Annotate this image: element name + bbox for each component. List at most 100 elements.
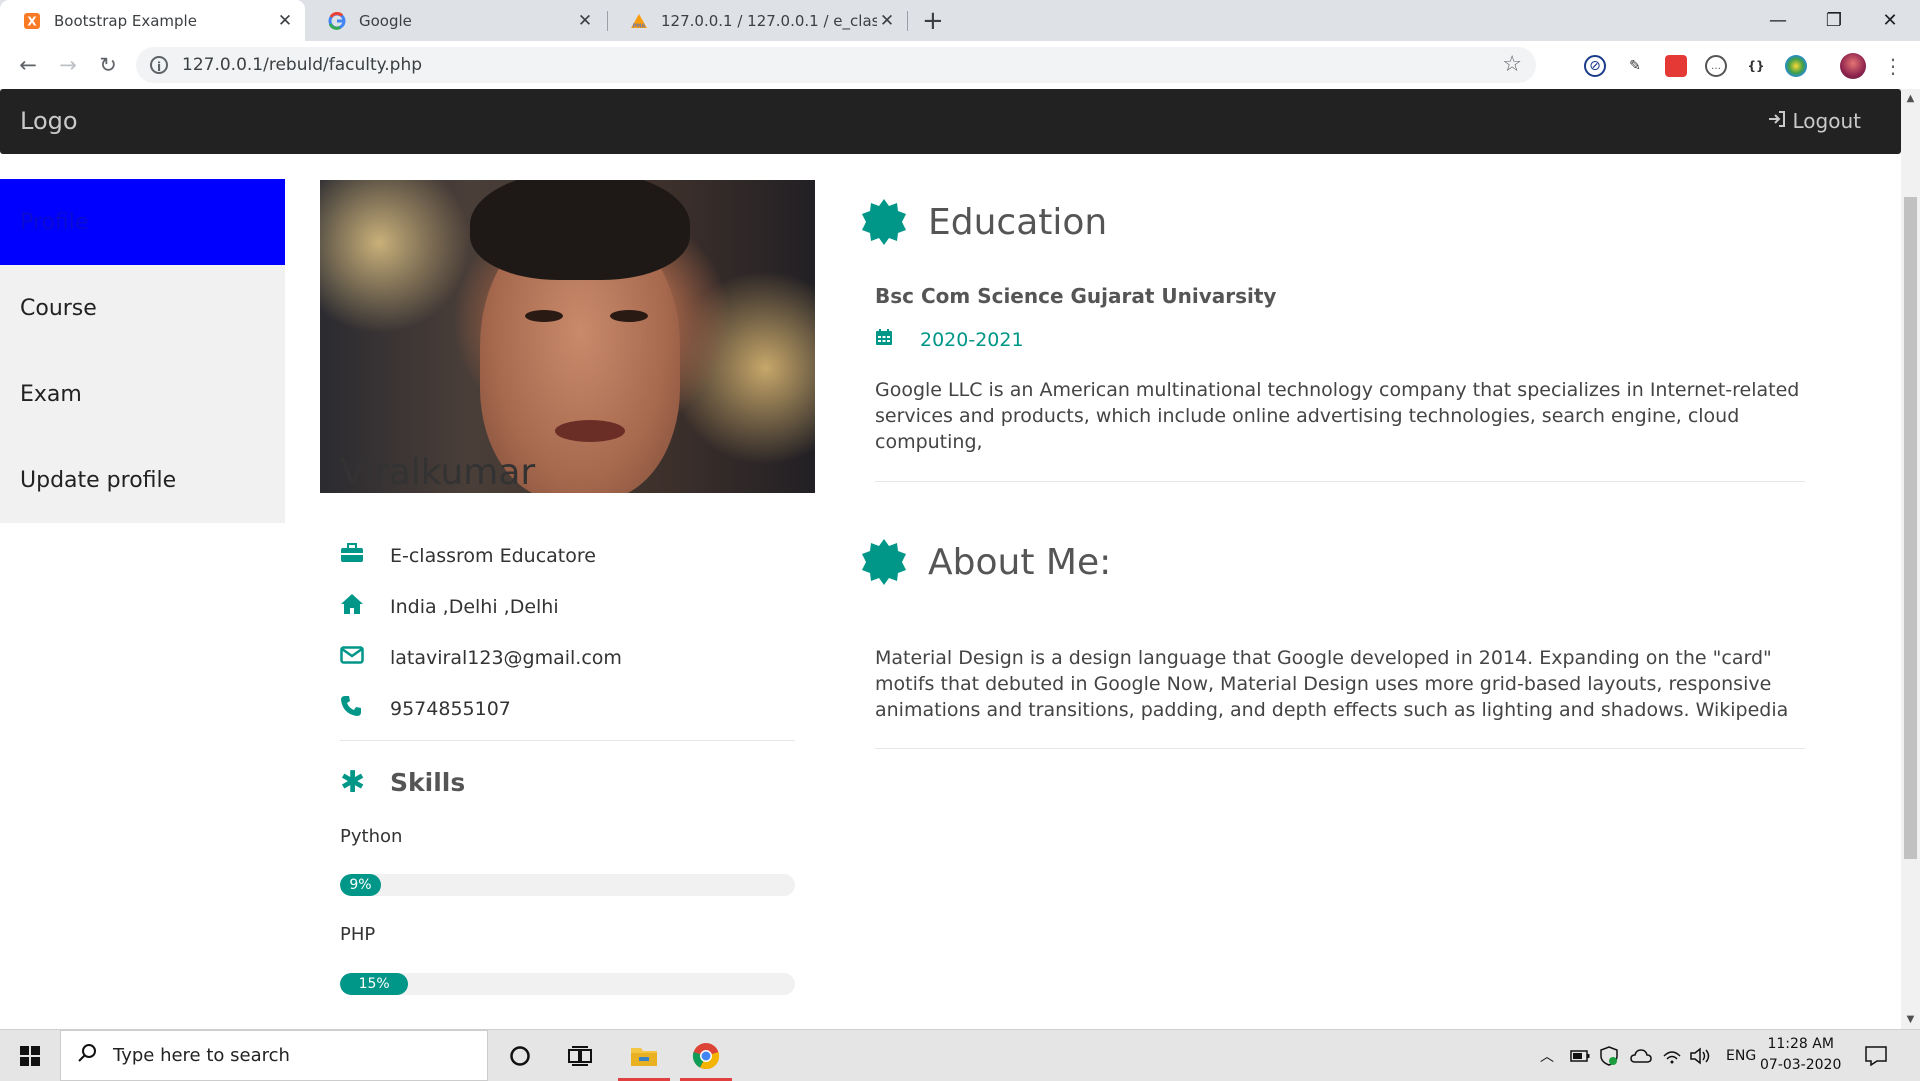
education-heading-text: Education — [928, 201, 1108, 243]
education-years: 2020-2021 — [875, 328, 1024, 351]
close-tab-icon[interactable]: ✕ — [575, 11, 595, 31]
search-icon — [77, 1043, 97, 1068]
profile-photo-eye — [610, 310, 648, 322]
logout-button[interactable]: Logout — [1767, 109, 1861, 133]
json-extension-icon[interactable]: {} — [1745, 55, 1767, 77]
new-tab-button[interactable]: + — [922, 6, 944, 36]
language-indicator[interactable]: ENG — [1726, 1030, 1756, 1081]
skill-progress-bar: 9% — [340, 874, 795, 896]
profile-name: Viralkumar — [340, 452, 536, 493]
scrollbar-thumb[interactable] — [1904, 197, 1917, 859]
tab-phpmyadmin[interactable]: PMA 127.0.0.1 / 127.0.0.1 / e_classroo ✕ — [607, 0, 907, 41]
svg-text:X: X — [27, 14, 37, 28]
xampp-icon: X — [22, 11, 42, 31]
address-bar[interactable]: i 127.0.0.1/rebuld/faculty.php ☆ — [136, 47, 1536, 83]
sidebar-item-course[interactable]: Course — [0, 265, 285, 351]
scroll-down-arrow-icon[interactable]: ▼ — [1905, 1014, 1916, 1025]
divider — [875, 748, 1805, 749]
minimize-button[interactable]: — — [1750, 0, 1806, 41]
block-extension-icon[interactable]: ⊘ — [1584, 55, 1606, 77]
search-placeholder: Type here to search — [113, 1045, 290, 1066]
profile-photo-hair — [470, 180, 690, 280]
forward-button[interactable]: → — [52, 49, 84, 81]
divider — [340, 740, 795, 741]
info-role: E-classrom Educatore — [340, 530, 622, 581]
certificate-icon — [860, 538, 908, 586]
logout-label: Logout — [1792, 109, 1861, 133]
file-explorer-icon[interactable] — [618, 1030, 670, 1081]
clock-date: 07-03-2020 — [1760, 1057, 1842, 1073]
show-hidden-icons[interactable]: ︿ — [1540, 1030, 1554, 1081]
task-view-icon[interactable] — [556, 1030, 604, 1081]
profile-avatar[interactable] — [1840, 53, 1866, 79]
reload-button[interactable]: ↻ — [92, 49, 124, 81]
info-phone: 9574855107 — [340, 683, 622, 734]
browser-tab-strip: X Bootstrap Example ✕ Google ✕ PMA 127.0… — [0, 0, 1920, 41]
profile-photo: Viralkumar — [320, 180, 815, 493]
sidebar-item-update-profile[interactable]: Update profile — [0, 437, 285, 523]
tab-title: Google — [359, 11, 412, 30]
info-location-text: India ,Delhi ,Delhi — [390, 595, 559, 618]
restore-button[interactable]: ❐ — [1806, 0, 1862, 41]
about-text: Material Design is a design language tha… — [875, 647, 1789, 721]
info-email: lataviral123@gmail.com — [340, 632, 622, 683]
bookmark-star-icon[interactable]: ☆ — [1502, 52, 1522, 77]
google-icon — [327, 11, 347, 31]
tab-title: Bootstrap Example — [54, 11, 197, 30]
battery-icon[interactable] — [1570, 1030, 1590, 1081]
taskbar-search-box[interactable]: Type here to search — [60, 1030, 488, 1081]
windows-start-icon[interactable] — [8, 1030, 52, 1081]
back-button[interactable]: ← — [12, 49, 44, 81]
tab-google[interactable]: Google ✕ — [305, 0, 605, 41]
menu-kebab-icon[interactable]: ⋮ — [1882, 54, 1904, 78]
close-tab-icon[interactable]: ✕ — [877, 11, 897, 31]
notification-center-icon[interactable] — [1865, 1030, 1887, 1081]
about-heading: About Me: — [860, 538, 1111, 586]
browser-toolbar: ← → ↻ i 127.0.0.1/rebuld/faculty.php ☆ ⊘… — [0, 41, 1920, 90]
skill-progress-fill: 9% — [340, 874, 381, 896]
onedrive-cloud-icon[interactable] — [1630, 1030, 1652, 1081]
divider — [875, 481, 1805, 482]
url-text: 127.0.0.1/rebuld/faculty.php — [182, 55, 423, 75]
briefcase-icon — [340, 542, 390, 569]
info-email-text: lataviral123@gmail.com — [390, 646, 622, 669]
education-degree: Bsc Com Science Gujarat Univarsity — [875, 284, 1277, 308]
skills-heading-text: Skills — [390, 768, 466, 797]
envelope-icon — [340, 645, 390, 670]
skill-name: Python — [340, 826, 403, 847]
extension-icon[interactable]: … — [1705, 55, 1727, 77]
close-tab-icon[interactable]: ✕ — [275, 11, 295, 31]
scroll-up-arrow-icon[interactable]: ▲ — [1905, 93, 1916, 104]
skills-heading: ✱ Skills — [340, 765, 465, 800]
clock-time: 11:28 AM — [1767, 1036, 1834, 1052]
certificate-icon — [860, 198, 908, 246]
volume-icon[interactable] — [1690, 1030, 1712, 1081]
extension-icon[interactable]: ✎ — [1624, 55, 1646, 77]
sidebar-item-profile[interactable]: Profile — [0, 179, 285, 265]
info-location: India ,Delhi ,Delhi — [340, 581, 622, 632]
wifi-icon[interactable] — [1662, 1030, 1682, 1081]
info-icon[interactable]: i — [150, 56, 168, 74]
logo[interactable]: Logo — [20, 107, 78, 135]
sidebar-item-exam[interactable]: Exam — [0, 351, 285, 437]
info-phone-text: 9574855107 — [390, 697, 511, 720]
svg-text:PMA: PMA — [633, 23, 646, 29]
bookmark-extension-icon[interactable] — [1665, 55, 1687, 77]
chrome-icon[interactable] — [680, 1030, 732, 1081]
asterisk-icon: ✱ — [340, 765, 366, 800]
skill-name: PHP — [340, 924, 376, 945]
home-icon — [340, 593, 390, 621]
info-role-text: E-classrom Educatore — [390, 544, 596, 567]
profile-photo-mouth — [555, 420, 625, 442]
cortana-icon[interactable] — [496, 1030, 544, 1081]
security-shield-icon[interactable] — [1600, 1030, 1618, 1081]
education-heading: Education — [860, 198, 1107, 246]
tab-title: 127.0.0.1 / 127.0.0.1 / e_classroo — [661, 11, 877, 30]
calendar-icon — [875, 328, 920, 351]
tab-bootstrap-example[interactable]: X Bootstrap Example ✕ — [0, 0, 305, 41]
page-scrollbar[interactable]: ▲ ▼ — [1901, 89, 1920, 1029]
phpmyadmin-icon: PMA — [629, 11, 649, 31]
taskbar-clock[interactable]: 11:28 AM 07-03-2020 — [1760, 1034, 1841, 1076]
close-window-button[interactable]: ✕ — [1862, 0, 1918, 41]
colorful-extension-icon[interactable] — [1785, 55, 1807, 77]
